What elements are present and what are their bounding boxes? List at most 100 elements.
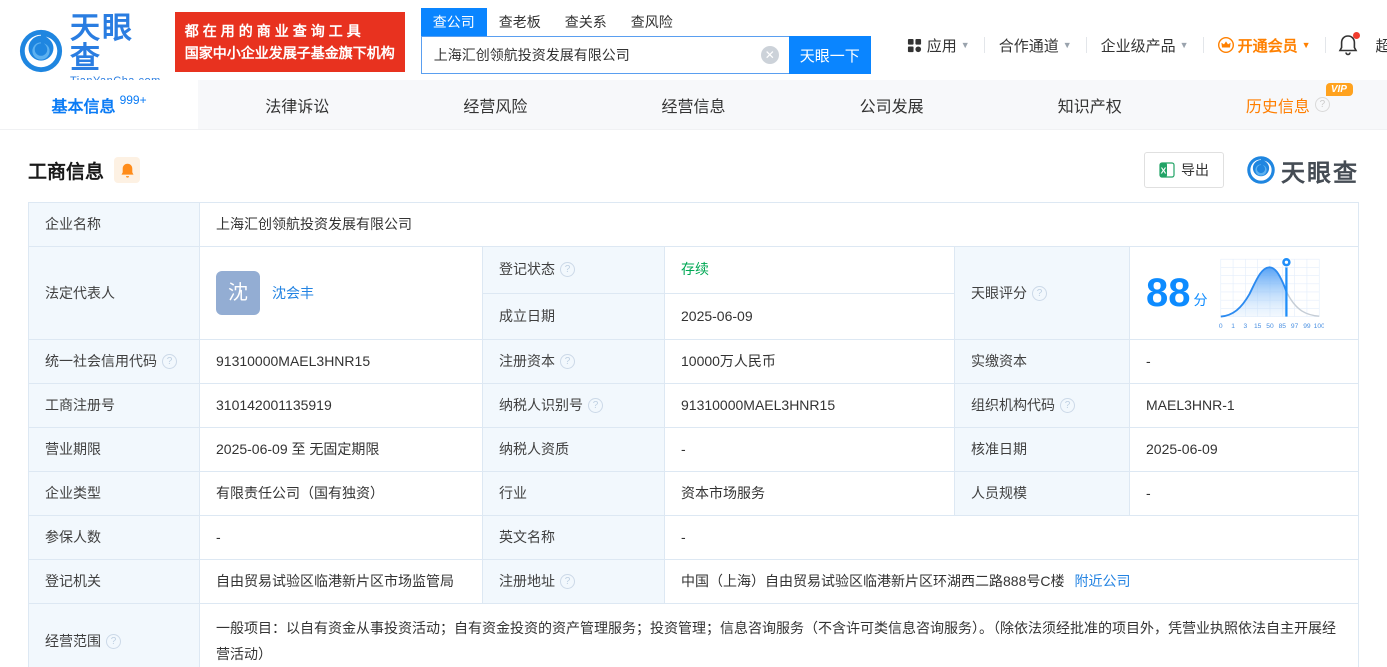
search-tab-risk[interactable]: 查风险 (619, 8, 685, 36)
tianyancha-swirl-icon (19, 29, 63, 72)
divider (1324, 37, 1326, 53)
score-bell-curve-chart: 0 1 3 15 50 85 97 99 100 (1218, 257, 1324, 330)
site-logo[interactable]: 天眼查 TianYanCha.com (18, 14, 161, 87)
field-label-paid-capital: 实缴资本 (955, 340, 1130, 384)
tab-basic-info[interactable]: 基本信息 999+ (0, 80, 199, 129)
tab-operation-label: 经营信息 (661, 98, 726, 116)
field-value-company-type: 有限责任公司（国有独资） (200, 472, 483, 516)
export-button[interactable]: X 导出 (1144, 152, 1224, 188)
top-nav: 应用 ▼ 合作通道 ▼ 企业级产品 ▼ 开通会员 ▼ 超 (897, 32, 1387, 56)
legal-rep-avatar[interactable]: 沈 (216, 271, 260, 315)
org-code-label-text: 组织机构代码 (971, 397, 1055, 413)
chevron-down-icon: ▼ (1179, 40, 1189, 50)
field-label-staff-size: 人员规模 (955, 472, 1130, 516)
svg-text:99: 99 (1303, 323, 1311, 330)
field-value-business-term: 2025-06-09 至 无固定期限 (200, 428, 483, 472)
help-icon[interactable] (560, 262, 575, 278)
help-icon[interactable] (560, 354, 575, 369)
monitor-bell-icon[interactable] (114, 157, 141, 183)
field-value-english-name: - (665, 516, 1359, 560)
field-label-reg-status: 登记状态 (483, 247, 665, 294)
notification-dot (1352, 32, 1360, 39)
tab-legal[interactable]: 法律诉讼 (198, 80, 396, 129)
field-value-paid-capital: - (1130, 340, 1359, 384)
chart-x-ticks: 0 1 3 15 50 85 97 99 100 (1218, 323, 1323, 330)
tab-company-development[interactable]: 公司发展 (793, 80, 991, 129)
field-value-legal-rep: 沈 沈会丰 (200, 247, 483, 340)
score-unit: 分 (1193, 291, 1208, 308)
search-tabs: 查公司 查老板 查关系 查风险 (420, 8, 871, 36)
help-icon[interactable] (1314, 97, 1330, 112)
tab-intellectual-property[interactable]: 知识产权 (991, 80, 1189, 129)
chevron-down-icon: ▼ (960, 40, 970, 50)
field-value-insured: - (200, 516, 483, 560)
field-value-reg-authority: 自由贸易试验区临港新片区市场监管局 (200, 560, 483, 604)
help-icon[interactable] (1032, 285, 1047, 301)
help-icon[interactable] (1060, 398, 1075, 413)
divider (1085, 37, 1087, 53)
tab-history-label: 历史信息 (1245, 98, 1310, 116)
nav-enterprise[interactable]: 企业级产品 ▼ (1101, 35, 1189, 56)
help-icon[interactable] (560, 574, 575, 589)
field-label-company-type: 企业类型 (29, 472, 200, 516)
field-label-legal-rep: 法定代表人 (29, 247, 200, 340)
field-label-approval-date: 核准日期 (955, 428, 1130, 472)
notification-bell-icon[interactable] (1338, 32, 1360, 56)
company-tab-strip: 基本信息 999+ 法律诉讼 经营风险 经营信息 公司发展 知识产权 VIP 历… (0, 80, 1387, 130)
score-label-text: 天眼评分 (971, 284, 1027, 301)
nav-account[interactable]: 超级... ▼ (1376, 35, 1387, 56)
score-marker-dot-inner (1284, 260, 1288, 264)
nav-partner[interactable]: 合作通道 ▼ (999, 35, 1072, 56)
svg-text:0: 0 (1218, 323, 1222, 330)
tianyancha-company-page: 天眼查 TianYanCha.com 都在用的商业查询工具 国家中小企业发展子基… (0, 0, 1387, 667)
svg-text:50: 50 (1266, 323, 1274, 330)
clear-search-icon[interactable]: ✕ (760, 46, 779, 64)
field-label-establish-date: 成立日期 (483, 293, 665, 340)
search-tab-company[interactable]: 查公司 (420, 8, 487, 36)
tab-basic-label: 基本信息 (51, 98, 116, 116)
nearby-companies-link[interactable]: 附近公司 (1074, 571, 1130, 592)
search-input[interactable] (420, 36, 789, 74)
field-label-reg-authority: 登记机关 (29, 560, 200, 604)
field-label-insured: 参保人数 (29, 516, 200, 560)
field-value-credit-code: 91310000MAEL3HNR15 (200, 340, 483, 384)
taxpayer-id-label-text: 纳税人识别号 (499, 397, 583, 413)
field-label-reg-address: 注册地址 (483, 560, 665, 604)
svg-text:97: 97 (1290, 323, 1298, 330)
divider (1202, 37, 1204, 53)
tab-operating-info[interactable]: 经营信息 (594, 80, 792, 129)
help-icon[interactable] (162, 354, 177, 369)
slogan-banner: 都在用的商业查询工具 国家中小企业发展子基金旗下机构 (174, 12, 405, 72)
reg-address-text: 中国（上海）自由贸易试验区临港新片区环湖西二路888号C楼 (681, 573, 1065, 589)
search-input-wrap: ✕ (420, 36, 789, 74)
excel-icon: X (1159, 162, 1175, 178)
nav-apps[interactable]: 应用 ▼ (907, 35, 970, 56)
tab-history-info[interactable]: VIP 历史信息 (1189, 80, 1387, 129)
field-value-reg-capital: 10000万人民币 (665, 340, 955, 384)
search-button[interactable]: 天眼一下 (788, 36, 871, 74)
section-title: 工商信息 (28, 161, 105, 183)
field-value-taxpayer-id: 91310000MAEL3HNR15 (665, 384, 955, 428)
vip-badge: VIP (1325, 83, 1353, 96)
watermark-logo: 天眼查 (1246, 153, 1359, 188)
field-value-reg-number: 310142001135919 (200, 384, 483, 428)
tab-risk-label: 经营风险 (463, 98, 528, 116)
credit-code-label-text: 统一社会信用代码 (45, 353, 157, 369)
field-value-staff-size: - (1130, 472, 1359, 516)
reg-address-label-text: 注册地址 (499, 573, 555, 589)
field-label-english-name: 英文名称 (483, 516, 665, 560)
help-icon[interactable] (106, 633, 121, 649)
field-value-establish-date: 2025-06-09 (665, 293, 955, 340)
search-tab-relation[interactable]: 查关系 (553, 8, 619, 36)
search-tab-boss[interactable]: 查老板 (487, 8, 553, 36)
curve-right (1285, 291, 1319, 317)
legal-rep-link[interactable]: 沈会丰 (272, 283, 314, 304)
tab-operating-risk[interactable]: 经营风险 (396, 80, 594, 129)
search-area: 查公司 查老板 查关系 查风险 ✕ 天眼一下 (420, 8, 871, 74)
apps-grid-icon (907, 38, 921, 52)
help-icon[interactable] (588, 398, 603, 413)
field-label-org-code: 组织机构代码 (955, 384, 1130, 428)
business-info-table: 企业名称 上海汇创领航投资发展有限公司 法定代表人 沈 沈会丰 登记状态 存续 … (28, 202, 1359, 667)
nav-open-vip[interactable]: 开通会员 ▼ (1217, 35, 1311, 56)
field-value-company-name: 上海汇创领航投资发展有限公司 (200, 203, 1359, 247)
